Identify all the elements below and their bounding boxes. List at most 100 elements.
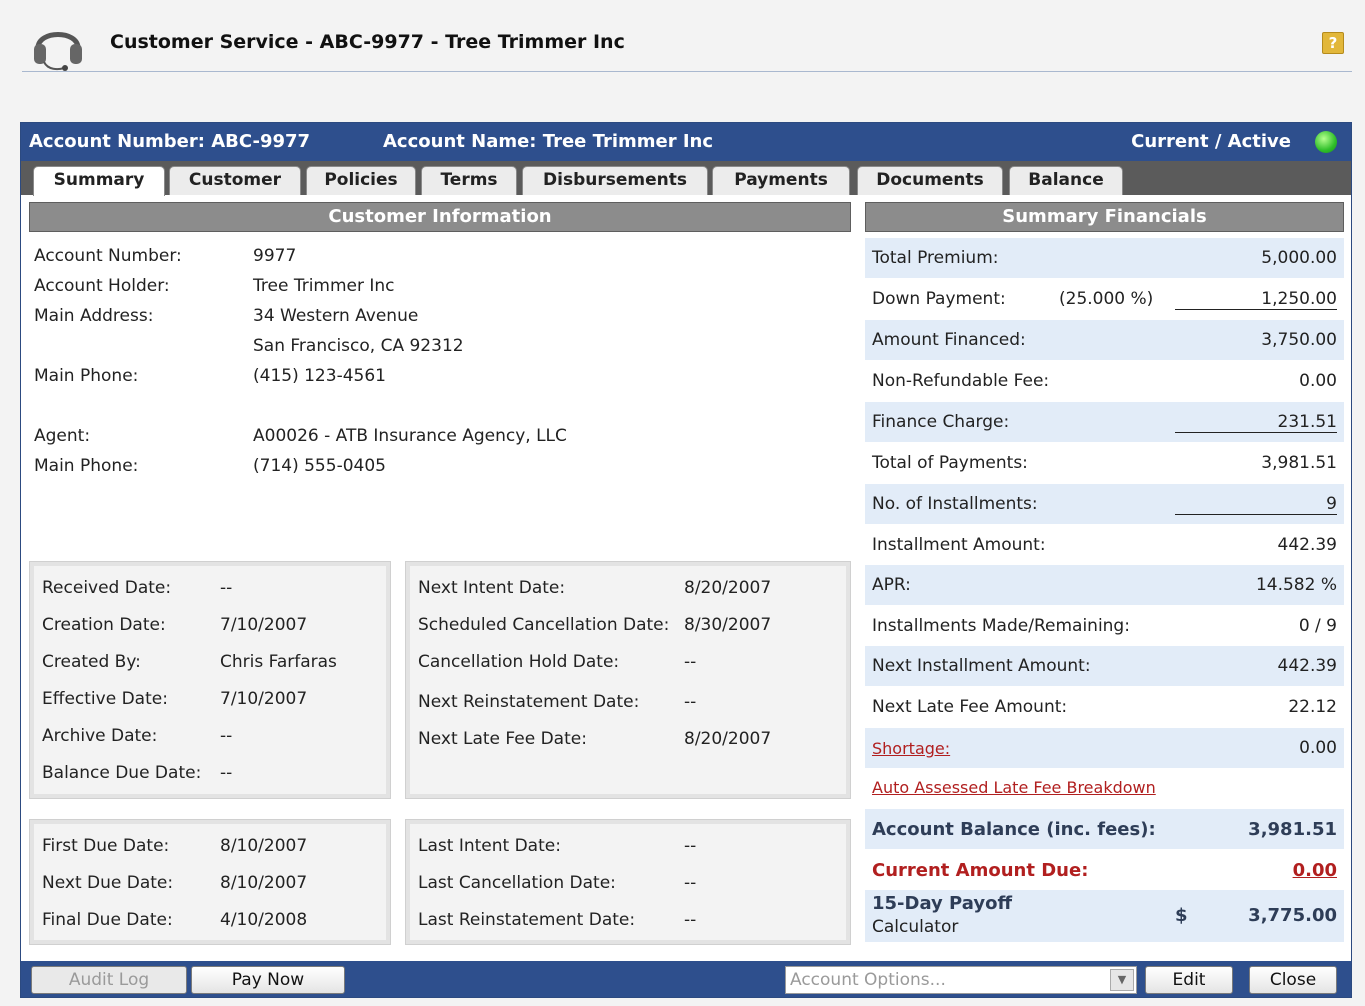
date-value: 7/10/2007 bbox=[220, 615, 308, 635]
info-label: Account Holder: bbox=[34, 276, 170, 296]
chevron-down-icon[interactable]: ▼ bbox=[1110, 969, 1134, 991]
date-value: 7/10/2007 bbox=[220, 689, 308, 709]
fin-label: No. of Installments: bbox=[872, 494, 1038, 514]
fin-label: Next Installment Amount: bbox=[872, 656, 1091, 676]
date-label: Archive Date: bbox=[42, 726, 158, 746]
fin-next-late-fee: Next Late Fee Amount: 22.12 bbox=[865, 687, 1344, 727]
info-label: Main Phone: bbox=[34, 366, 139, 386]
fin-label: Current Amount Due: bbox=[872, 860, 1089, 881]
tab-documents[interactable]: Documents bbox=[857, 166, 1003, 195]
date-label: Created By: bbox=[42, 652, 141, 672]
date-value: -- bbox=[220, 578, 233, 598]
tab-disbursements[interactable]: Disbursements bbox=[522, 166, 708, 195]
payoff-label: 15-Day Payoff bbox=[872, 893, 1013, 914]
date-label: Scheduled Cancellation Date: bbox=[418, 615, 670, 635]
page-title: Customer Service - ABC-9977 - Tree Trimm… bbox=[110, 31, 625, 53]
info-value: 9977 bbox=[253, 246, 297, 266]
tab-terms[interactable]: Terms bbox=[421, 166, 517, 195]
info-value: San Francisco, CA 92312 bbox=[253, 336, 464, 356]
due-label: Next Due Date: bbox=[42, 873, 174, 893]
fin-finance-charge: Finance Charge: 231.51 bbox=[865, 402, 1344, 442]
fin-label: Finance Charge: bbox=[872, 412, 1010, 432]
info-value: Tree Trimmer Inc bbox=[253, 276, 395, 296]
shortage-link[interactable]: Shortage: bbox=[872, 739, 950, 758]
info-label: Agent: bbox=[34, 426, 91, 446]
date-value: 8/20/2007 bbox=[684, 578, 772, 598]
due-value: 8/10/2007 bbox=[220, 836, 308, 856]
audit-log-button[interactable]: Audit Log bbox=[31, 966, 187, 994]
fin-value: 3,750.00 bbox=[1261, 330, 1337, 350]
info-label: Main Phone: bbox=[34, 456, 139, 476]
due-value: -- bbox=[684, 836, 697, 856]
date-value: 8/30/2007 bbox=[684, 615, 772, 635]
date-label: Received Date: bbox=[42, 578, 172, 598]
account-number: Account Number: ABC-9977 bbox=[29, 131, 311, 152]
customer-info-heading: Customer Information bbox=[29, 202, 851, 232]
fin-payoff-calculator: 15-Day Payoff Calculator $ 3,775.00 bbox=[865, 890, 1344, 942]
fin-label: Total Premium: bbox=[872, 248, 999, 268]
info-label: Main Address: bbox=[34, 306, 154, 326]
tab-balance[interactable]: Balance bbox=[1009, 166, 1123, 195]
fin-label: Installments Made/Remaining: bbox=[872, 616, 1130, 636]
fin-total-premium: Total Premium: 5,000.00 bbox=[865, 238, 1344, 278]
fin-percent: (25.000 %) bbox=[1059, 289, 1154, 309]
due-value: 4/10/2008 bbox=[220, 910, 308, 930]
fin-label: Total of Payments: bbox=[872, 453, 1028, 473]
fin-value: 3,981.51 bbox=[1261, 453, 1337, 473]
tab-policies[interactable]: Policies bbox=[306, 166, 416, 195]
fin-value: 442.39 bbox=[1277, 656, 1337, 676]
payoff-value: 3,775.00 bbox=[1248, 905, 1337, 926]
status-indicator-icon bbox=[1315, 131, 1337, 153]
currency-symbol: $ bbox=[1175, 905, 1188, 926]
info-value: (415) 123-4561 bbox=[253, 366, 386, 386]
date-value: 8/20/2007 bbox=[684, 729, 772, 749]
fin-total-payments: Total of Payments: 3,981.51 bbox=[865, 443, 1344, 483]
auto-assessed-late-fee-link[interactable]: Auto Assessed Late Fee Breakdown bbox=[872, 778, 1156, 797]
date-value: -- bbox=[684, 652, 697, 672]
fin-value: 5,000.00 bbox=[1261, 248, 1337, 268]
select-placeholder: Account Options... bbox=[790, 970, 946, 990]
tab-bar: Summary Customer Policies Terms Disburse… bbox=[21, 161, 1351, 196]
fin-value: 9 bbox=[1175, 494, 1337, 515]
fin-auto-assessed: Auto Assessed Late Fee Breakdown bbox=[865, 768, 1344, 808]
fin-value: 0.00 bbox=[1299, 738, 1337, 758]
tab-customer[interactable]: Customer bbox=[169, 166, 301, 195]
fin-amount-financed: Amount Financed: 3,750.00 bbox=[865, 320, 1344, 360]
due-label: Last Cancellation Date: bbox=[418, 873, 616, 893]
due-value: -- bbox=[684, 910, 697, 930]
fin-value: 0.00 bbox=[1292, 860, 1337, 881]
date-label: Next Late Fee Date: bbox=[418, 729, 587, 749]
fin-value: 0.00 bbox=[1299, 371, 1337, 391]
fin-installment-amount: Installment Amount: 442.39 bbox=[865, 525, 1344, 565]
fin-next-installment: Next Installment Amount: 442.39 bbox=[865, 646, 1344, 686]
fin-label: APR: bbox=[872, 575, 911, 595]
info-value: (714) 555-0405 bbox=[253, 456, 386, 476]
fin-value: 3,981.51 bbox=[1248, 819, 1337, 840]
due-label: Last Reinstatement Date: bbox=[418, 910, 636, 930]
fin-shortage: Shortage: 0.00 bbox=[865, 728, 1344, 768]
dates-box-left: Received Date: -- Creation Date: 7/10/20… bbox=[29, 561, 391, 799]
close-button[interactable]: Close bbox=[1249, 966, 1337, 994]
account-bar: Account Number: ABC-9977 Account Name: T… bbox=[21, 123, 1351, 161]
page-header: Customer Service - ABC-9977 - Tree Trimm… bbox=[22, 14, 1352, 72]
fin-label: Non-Refundable Fee: bbox=[872, 371, 1050, 391]
fin-value: 1,250.00 bbox=[1175, 289, 1337, 310]
fin-current-due: Current Amount Due: 0.00 bbox=[865, 850, 1344, 890]
fin-account-balance: Account Balance (inc. fees): 3,981.51 bbox=[865, 809, 1344, 849]
due-label: First Due Date: bbox=[42, 836, 170, 856]
tab-summary[interactable]: Summary bbox=[33, 166, 165, 196]
tab-payments[interactable]: Payments bbox=[712, 166, 850, 195]
fin-value: 231.51 bbox=[1175, 412, 1337, 433]
help-icon[interactable]: ? bbox=[1322, 32, 1344, 54]
pay-now-button[interactable]: Pay Now bbox=[191, 966, 345, 994]
account-panel: Account Number: ABC-9977 Account Name: T… bbox=[20, 122, 1352, 998]
account-status: Current / Active bbox=[1131, 131, 1291, 152]
fin-label: Installment Amount: bbox=[872, 535, 1046, 555]
account-name: Account Name: Tree Trimmer Inc bbox=[383, 131, 714, 152]
date-value: -- bbox=[220, 726, 233, 746]
payoff-sublabel: Calculator bbox=[872, 917, 959, 937]
date-label: Effective Date: bbox=[42, 689, 168, 709]
edit-button[interactable]: Edit bbox=[1145, 966, 1233, 994]
date-label: Next Reinstatement Date: bbox=[418, 692, 640, 712]
account-options-select[interactable]: Account Options... ▼ bbox=[785, 966, 1137, 994]
